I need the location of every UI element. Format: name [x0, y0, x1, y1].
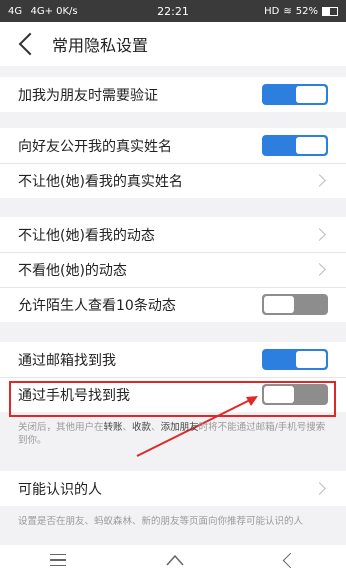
- back-icon[interactable]: [282, 552, 299, 568]
- menu-icon[interactable]: [50, 554, 67, 566]
- setting-label: 可能认识的人: [18, 481, 102, 498]
- system-nav-bar: [0, 545, 346, 575]
- find-me-note: 关闭后，其他用户在转账、收款、添加朋友时将不能通过邮箱/手机号搜索到你。: [18, 422, 326, 446]
- settings-group-recommend: 可能认识的人: [0, 471, 346, 506]
- chevron-right-icon: [313, 482, 326, 495]
- setting-row-people-you-may-know[interactable]: 可能认识的人: [0, 471, 346, 506]
- home-icon[interactable]: [166, 553, 185, 567]
- people-you-may-know-note: 设置是否在朋友、蚂蚁森林、新的朋友等页面向你推荐可能认识的人: [18, 516, 304, 527]
